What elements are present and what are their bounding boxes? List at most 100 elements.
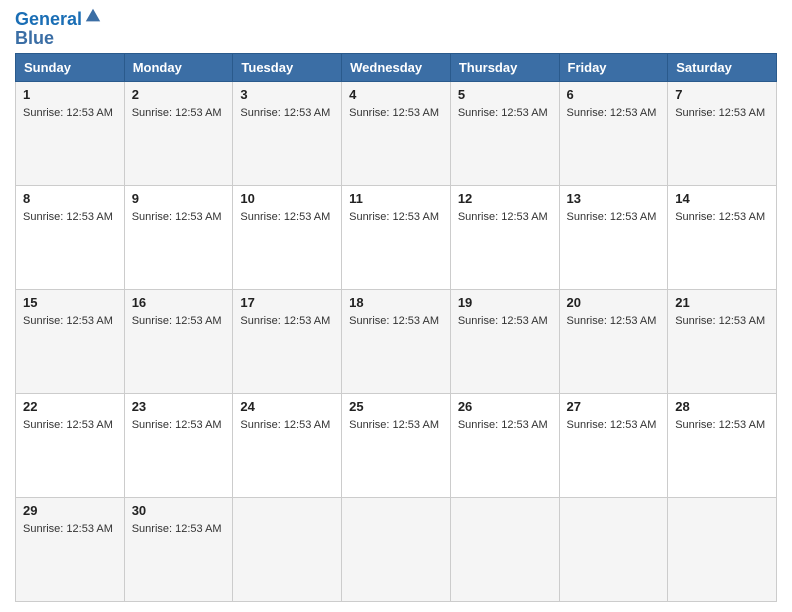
day-info: Sunrise: 12:53 AM <box>23 419 113 431</box>
calendar-cell <box>233 497 342 601</box>
day-info: Sunrise: 12:53 AM <box>23 523 113 535</box>
calendar-cell: 13Sunrise: 12:53 AM <box>559 185 668 289</box>
day-number: 28 <box>675 399 769 414</box>
logo-blue: Blue <box>15 28 102 49</box>
calendar-cell: 18 Sunrise: 12:53 AM <box>342 289 451 393</box>
calendar-cell: 16 Sunrise: 12:53 AM <box>124 289 233 393</box>
day-number: 10 <box>240 191 334 206</box>
col-saturday: Saturday <box>668 53 777 81</box>
day-number: 23 <box>132 399 226 414</box>
calendar-cell: 19Sunrise: 12:53 AM <box>450 289 559 393</box>
logo-icon <box>84 7 102 25</box>
calendar-cell: 24 Sunrise: 12:53 AM <box>233 393 342 497</box>
day-number: 13 <box>567 191 661 206</box>
day-number: 11 <box>349 191 443 206</box>
calendar-week-2: 8Sunrise: 12:53 AM9Sunrise: 12:53 AM10Su… <box>16 185 777 289</box>
calendar-cell: 11 Sunrise: 12:53 AM <box>342 185 451 289</box>
calendar-week-4: 22Sunrise: 12:53 AM23Sunrise: 12:53 AM24… <box>16 393 777 497</box>
day-number: 27 <box>567 399 661 414</box>
day-info: Sunrise: 12:53 AM <box>132 107 222 119</box>
calendar-cell: 15Sunrise: 12:53 AM <box>16 289 125 393</box>
calendar-cell: 9 Sunrise: 12:53 AM <box>124 185 233 289</box>
day-info: Sunrise: 12:53 AM <box>567 107 657 119</box>
calendar-cell: 27 Sunrise: 12:53 AM <box>559 393 668 497</box>
day-info: Sunrise: 12:53 AM <box>132 523 222 535</box>
day-info: Sunrise: 12:53 AM <box>240 419 330 431</box>
calendar-cell: 26Sunrise: 12:53 AM <box>450 393 559 497</box>
calendar-cell: 2Sunrise: 12:53 AM <box>124 81 233 185</box>
day-number: 4 <box>349 87 443 102</box>
calendar: Sunday Monday Tuesday Wednesday Thursday… <box>15 53 777 602</box>
day-info: Sunrise: 12:53 AM <box>23 107 113 119</box>
day-number: 20 <box>567 295 661 310</box>
col-monday: Monday <box>124 53 233 81</box>
col-tuesday: Tuesday <box>233 53 342 81</box>
day-info: Sunrise: 12:53 AM <box>458 315 548 327</box>
calendar-week-1: 1Sunrise: 12:53 AM2Sunrise: 12:53 AM3Sun… <box>16 81 777 185</box>
day-number: 21 <box>675 295 769 310</box>
day-info: Sunrise: 12:53 AM <box>567 315 657 327</box>
calendar-cell <box>450 497 559 601</box>
day-info: Sunrise: 12:53 AM <box>675 211 765 223</box>
day-number: 1 <box>23 87 117 102</box>
day-number: 25 <box>349 399 443 414</box>
day-number: 7 <box>675 87 769 102</box>
day-info: Sunrise: 12:53 AM <box>675 419 765 431</box>
day-number: 24 <box>240 399 334 414</box>
day-number: 14 <box>675 191 769 206</box>
day-number: 16 <box>132 295 226 310</box>
day-number: 29 <box>23 503 117 518</box>
calendar-cell: 4 Sunrise: 12:53 AM <box>342 81 451 185</box>
calendar-cell: 5 Sunrise: 12:53 AM <box>450 81 559 185</box>
day-number: 22 <box>23 399 117 414</box>
calendar-cell <box>668 497 777 601</box>
calendar-cell: 10Sunrise: 12:53 AM <box>233 185 342 289</box>
calendar-cell: 8 Sunrise: 12:53 AM <box>16 185 125 289</box>
day-header-row: Sunday Monday Tuesday Wednesday Thursday… <box>16 53 777 81</box>
day-info: Sunrise: 12:53 AM <box>132 419 222 431</box>
day-info: Sunrise: 12:53 AM <box>23 211 113 223</box>
day-number: 12 <box>458 191 552 206</box>
day-number: 6 <box>567 87 661 102</box>
col-wednesday: Wednesday <box>342 53 451 81</box>
day-number: 8 <box>23 191 117 206</box>
logo: General Blue <box>15 10 102 49</box>
calendar-week-3: 15Sunrise: 12:53 AM16Sunrise: 12:53 AM17… <box>16 289 777 393</box>
day-info: Sunrise: 12:53 AM <box>458 107 548 119</box>
logo-text: General <box>15 10 82 30</box>
calendar-cell: 22 Sunrise: 12:53 AM <box>16 393 125 497</box>
day-info: Sunrise: 12:53 AM <box>349 107 439 119</box>
calendar-cell: 29 Sunrise: 12:53 AM <box>16 497 125 601</box>
col-thursday: Thursday <box>450 53 559 81</box>
day-number: 9 <box>132 191 226 206</box>
calendar-cell: 28 Sunrise: 12:53 AM <box>668 393 777 497</box>
day-info: Sunrise: 12:53 AM <box>240 107 330 119</box>
calendar-cell <box>342 497 451 601</box>
col-sunday: Sunday <box>16 53 125 81</box>
day-info: Sunrise: 12:53 AM <box>349 211 439 223</box>
day-number: 18 <box>349 295 443 310</box>
day-info: Sunrise: 12:53 AM <box>458 211 548 223</box>
day-info: Sunrise: 12:53 AM <box>132 211 222 223</box>
day-info: Sunrise: 12:53 AM <box>240 315 330 327</box>
day-info: Sunrise: 12:53 AM <box>349 419 439 431</box>
calendar-cell: 21 Sunrise: 12:53 AM <box>668 289 777 393</box>
header: General Blue <box>15 10 777 49</box>
day-info: Sunrise: 12:53 AM <box>132 315 222 327</box>
col-friday: Friday <box>559 53 668 81</box>
day-number: 5 <box>458 87 552 102</box>
calendar-cell: 20 Sunrise: 12:53 AM <box>559 289 668 393</box>
calendar-week-5: 29 Sunrise: 12:53 AM 30 Sunrise: 12:53 AM <box>16 497 777 601</box>
calendar-cell: 30 Sunrise: 12:53 AM <box>124 497 233 601</box>
day-number: 3 <box>240 87 334 102</box>
calendar-cell: 1 Sunrise: 12:53 AM <box>16 81 125 185</box>
page: General Blue Sunday Monday Tuesday Wedne… <box>0 0 792 612</box>
calendar-cell <box>559 497 668 601</box>
day-info: Sunrise: 12:53 AM <box>567 419 657 431</box>
day-number: 30 <box>132 503 226 518</box>
calendar-cell: 6 Sunrise: 12:53 AM <box>559 81 668 185</box>
calendar-cell: 23 Sunrise: 12:53 AM <box>124 393 233 497</box>
day-info: Sunrise: 12:53 AM <box>349 315 439 327</box>
calendar-cell: 12 Sunrise: 12:53 AM <box>450 185 559 289</box>
day-info: Sunrise: 12:53 AM <box>675 315 765 327</box>
